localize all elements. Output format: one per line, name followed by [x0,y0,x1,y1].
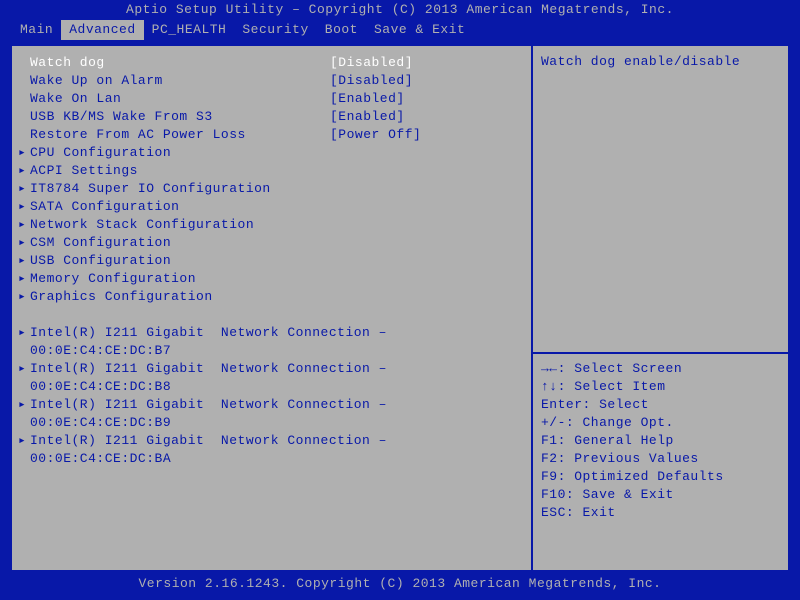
submenu-label: CPU Configuration [30,144,171,162]
nic-2-mac: 00:0E:C4:CE:DC:B9 [18,414,525,432]
nic-label: Intel(R) I211 Gigabit Network Connection… [30,360,387,378]
tab-security[interactable]: Security [234,20,316,40]
setting-watch-dog[interactable]: Watch dog[Disabled] [18,54,525,72]
nic-3-mac: 00:0E:C4:CE:DC:BA [18,450,525,468]
keyhelp-change-opt: +/-: Change Opt. [541,414,780,432]
nic-label: Intel(R) I211 Gigabit Network Connection… [30,324,387,342]
submenu-arrow-icon: ▸ [18,396,30,414]
submenu-nic-3[interactable]: ▸Intel(R) I211 Gigabit Network Connectio… [18,432,525,450]
footer-bar: Version 2.16.1243. Copyright (C) 2013 Am… [0,574,800,600]
submenu-arrow-icon: ▸ [18,288,30,306]
setting-restore-ac-power-loss[interactable]: Restore From AC Power Loss[Power Off] [18,126,525,144]
keyhelp-previous-values: F2: Previous Values [541,450,780,468]
setting-label: Wake On Lan [30,90,330,108]
submenu-arrow-icon: ▸ [18,360,30,378]
keyhelp-optimized-defaults: F9: Optimized Defaults [541,468,780,486]
submenu-label: CSM Configuration [30,234,171,252]
setting-wake-up-on-alarm[interactable]: Wake Up on Alarm[Disabled] [18,72,525,90]
nic-label: Intel(R) I211 Gigabit Network Connection… [30,432,387,450]
submenu-usb-configuration[interactable]: ▸USB Configuration [18,252,525,270]
submenu-csm-configuration[interactable]: ▸CSM Configuration [18,234,525,252]
title-bar: Aptio Setup Utility – Copyright (C) 2013… [0,0,800,20]
submenu-acpi-settings[interactable]: ▸ACPI Settings [18,162,525,180]
tab-boot[interactable]: Boot [317,20,366,40]
submenu-arrow-icon: ▸ [18,270,30,288]
submenu-arrow-icon: ▸ [18,144,30,162]
submenu-arrow-icon: ▸ [18,162,30,180]
submenu-label: Memory Configuration [30,270,196,288]
content-panels: Watch dog[Disabled] Wake Up on Alarm[Dis… [10,44,790,572]
submenu-arrow-icon: ▸ [18,252,30,270]
setting-usb-kbms-wake[interactable]: USB KB/MS Wake From S3[Enabled] [18,108,525,126]
setting-value: [Enabled] [330,90,405,108]
setting-value: [Enabled] [330,108,405,126]
nic-0-mac: 00:0E:C4:CE:DC:B7 [18,342,525,360]
nic-1-mac: 00:0E:C4:CE:DC:B8 [18,378,525,396]
keyhelp-esc-exit: ESC: Exit [541,504,780,522]
setting-value: [Disabled] [330,54,413,72]
submenu-it8784-super-io[interactable]: ▸IT8784 Super IO Configuration [18,180,525,198]
submenu-label: Graphics Configuration [30,288,213,306]
submenu-label: IT8784 Super IO Configuration [30,180,271,198]
main-panel: Watch dog[Disabled] Wake Up on Alarm[Dis… [12,46,533,570]
submenu-network-stack[interactable]: ▸Network Stack Configuration [18,216,525,234]
submenu-label: SATA Configuration [30,198,179,216]
help-divider [533,352,788,354]
tab-pc-health[interactable]: PC_HEALTH [144,20,235,40]
item-help-text: Watch dog enable/disable [541,54,780,69]
keyhelp-general-help: F1: General Help [541,432,780,450]
submenu-graphics-configuration[interactable]: ▸Graphics Configuration [18,288,525,306]
side-panel: Watch dog enable/disable →←: Select Scre… [533,46,788,570]
submenu-memory-configuration[interactable]: ▸Memory Configuration [18,270,525,288]
submenu-label: Network Stack Configuration [30,216,254,234]
tab-main[interactable]: Main [12,20,61,40]
setting-label: Restore From AC Power Loss [30,126,330,144]
submenu-sata-configuration[interactable]: ▸SATA Configuration [18,198,525,216]
keyhelp-enter: Enter: Select [541,396,780,414]
submenu-arrow-icon: ▸ [18,432,30,450]
submenu-arrow-icon: ▸ [18,324,30,342]
tab-save-exit[interactable]: Save & Exit [366,20,473,40]
keyhelp-select-screen: →←: Select Screen [541,360,780,378]
setting-wake-on-lan[interactable]: Wake On Lan[Enabled] [18,90,525,108]
nic-label: Intel(R) I211 Gigabit Network Connection… [30,396,387,414]
setting-value: [Power Off] [330,126,421,144]
submenu-arrow-icon: ▸ [18,180,30,198]
submenu-nic-0[interactable]: ▸Intel(R) I211 Gigabit Network Connectio… [18,324,525,342]
keyhelp-select-item: ↑↓: Select Item [541,378,780,396]
setting-value: [Disabled] [330,72,413,90]
setting-label: Watch dog [30,54,330,72]
submenu-label: ACPI Settings [30,162,138,180]
setting-label: Wake Up on Alarm [30,72,330,90]
submenu-arrow-icon: ▸ [18,216,30,234]
submenu-label: USB Configuration [30,252,171,270]
submenu-nic-1[interactable]: ▸Intel(R) I211 Gigabit Network Connectio… [18,360,525,378]
menu-tabs: Main Advanced PC_HEALTH Security Boot Sa… [0,20,800,40]
setting-label: USB KB/MS Wake From S3 [30,108,330,126]
keyhelp-save-exit: F10: Save & Exit [541,486,780,504]
tab-advanced[interactable]: Advanced [61,20,143,40]
submenu-arrow-icon: ▸ [18,234,30,252]
submenu-nic-2[interactable]: ▸Intel(R) I211 Gigabit Network Connectio… [18,396,525,414]
bios-screen: Aptio Setup Utility – Copyright (C) 2013… [0,0,800,600]
submenu-cpu-configuration[interactable]: ▸CPU Configuration [18,144,525,162]
submenu-arrow-icon: ▸ [18,198,30,216]
